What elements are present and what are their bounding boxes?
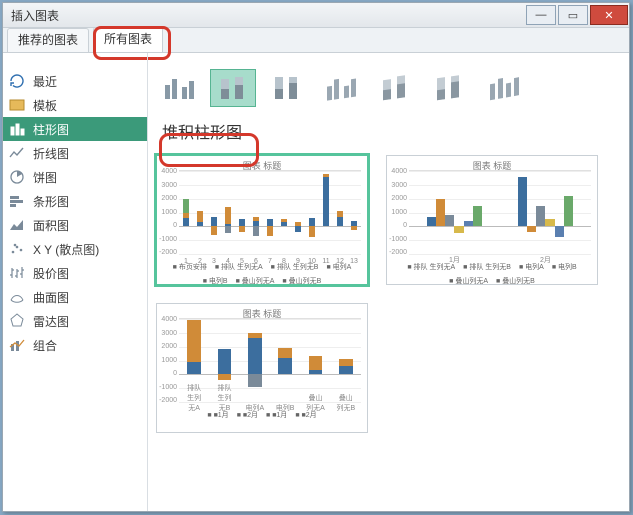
bar-chart-icon: [9, 193, 25, 209]
subtype-option-0[interactable]: [156, 69, 202, 107]
content-pane: 堆积柱形图 图表 标题12345678910111213400030002000…: [148, 53, 629, 511]
tab-row: 推荐的图表 所有图表: [3, 28, 629, 53]
sidebar-item-label: 雷达图: [33, 313, 69, 330]
sidebar-item-label: 条形图: [33, 193, 69, 210]
column-subtype-icon: [324, 75, 358, 101]
column-subtype-icon: [486, 75, 520, 101]
sidebar-item-column-chart[interactable]: 柱形图: [3, 117, 147, 141]
sidebar-item-label: 面积图: [33, 217, 69, 234]
sidebar-item-label: 组合: [33, 337, 57, 354]
chart-preview-0[interactable]: 图表 标题1234567891011121340003000200010000-…: [156, 155, 368, 285]
close-button[interactable]: ✕: [590, 5, 628, 25]
subtype-option-1[interactable]: [210, 69, 256, 107]
minimize-button[interactable]: —: [526, 5, 556, 25]
sidebar-item-line-chart[interactable]: 折线图: [3, 141, 147, 165]
column-subtype-icon: [216, 75, 250, 101]
area-chart-icon: [9, 217, 25, 233]
column-subtype-icon: [162, 75, 196, 101]
sidebar-item-label: 柱形图: [33, 121, 69, 138]
column-subtype-icon: [270, 75, 304, 101]
combo-chart-icon: [9, 337, 25, 353]
subtype-option-2[interactable]: [264, 69, 310, 107]
sidebar-item-stock-chart[interactable]: 股价图: [3, 261, 147, 285]
scatter-chart-icon: [9, 241, 25, 257]
template-icon: [9, 97, 25, 113]
sidebar-item-bar-chart[interactable]: 条形图: [3, 189, 147, 213]
subtype-option-4[interactable]: [372, 69, 418, 107]
sidebar-item-label: 模板: [33, 97, 57, 114]
subtype-option-6[interactable]: [480, 69, 526, 107]
sidebar-item-recent[interactable]: 最近: [3, 69, 147, 93]
pie-chart-icon: [9, 169, 25, 185]
column-subtype-icon: [378, 75, 412, 101]
line-chart-icon: [9, 145, 25, 161]
sidebar-item-surface-chart[interactable]: 曲面图: [3, 285, 147, 309]
sidebar-item-area-chart[interactable]: 面积图: [3, 213, 147, 237]
sidebar-item-pie-chart[interactable]: 饼图: [3, 165, 147, 189]
sidebar-item-label: X Y (散点图): [33, 241, 99, 258]
sidebar-item-label: 曲面图: [33, 289, 69, 306]
sidebar-item-label: 最近: [33, 73, 57, 90]
chart-subtype-row: [156, 69, 621, 107]
chart-preview-2[interactable]: 图表 标题排队 生列无A排队 生列无B电列A电列B叠山列无A叠山列无B40003…: [156, 303, 368, 433]
column-chart-icon: [9, 121, 25, 137]
sidebar-item-label: 股价图: [33, 265, 69, 282]
title-bar: 插入图表 — ▭ ✕: [3, 3, 629, 28]
stock-chart-icon: [9, 265, 25, 281]
column-subtype-icon: [432, 75, 466, 101]
chart-preview-legend: ■1月■2月■1月■2月: [157, 410, 367, 430]
chart-previews: 图表 标题1234567891011121340003000200010000-…: [156, 155, 621, 433]
sidebar-item-label: 折线图: [33, 145, 69, 162]
chart-preview-legend: 排队 生列无A排队 生列无B电列A电列B叠山列无A叠山列无B: [387, 262, 597, 282]
tab-all-charts[interactable]: 所有图表: [93, 27, 163, 52]
sidebar-item-label: 饼图: [33, 169, 57, 186]
subtype-title: 堆积柱形图: [156, 117, 621, 145]
surface-chart-icon: [9, 289, 25, 305]
chart-preview-1[interactable]: 图表 标题1月2月40003000200010000-1000-2000排队 生…: [386, 155, 598, 285]
dialog-title: 插入图表: [3, 7, 525, 24]
sidebar-item-radar-chart[interactable]: 雷达图: [3, 309, 147, 333]
sidebar-item-template[interactable]: 模板: [3, 93, 147, 117]
sidebar-item-combo-chart[interactable]: 组合: [3, 333, 147, 357]
subtype-option-5[interactable]: [426, 69, 472, 107]
radar-chart-icon: [9, 313, 25, 329]
insert-chart-dialog: 插入图表 — ▭ ✕ 推荐的图表 所有图表 最近模板柱形图折线图饼图条形图面积图…: [2, 2, 630, 512]
chart-preview-legend: 布页安排排队 生列无A排队 生列无B电列A电列B叠山列无A叠山列无B: [157, 262, 367, 282]
tab-recommended[interactable]: 推荐的图表: [7, 28, 89, 52]
chart-type-sidebar: 最近模板柱形图折线图饼图条形图面积图 X Y (散点图) 股价图曲面图雷达图组合: [3, 53, 148, 511]
maximize-button[interactable]: ▭: [558, 5, 588, 25]
sidebar-item-scatter-chart[interactable]: X Y (散点图): [3, 237, 147, 261]
recent-icon: [9, 73, 25, 89]
subtype-option-3[interactable]: [318, 69, 364, 107]
